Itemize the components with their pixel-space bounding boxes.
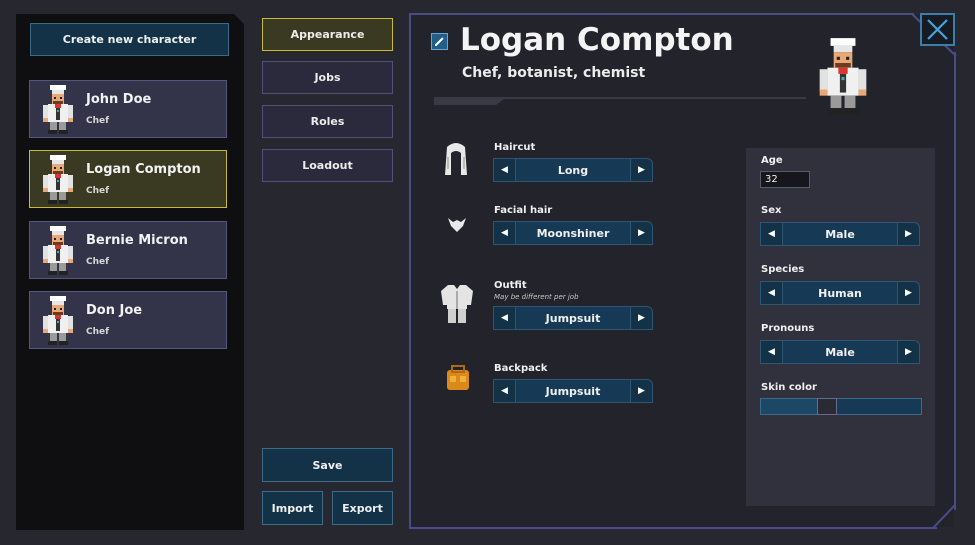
character-name-title: Logan Compton <box>460 22 734 58</box>
facial-hair-selector: ◀ Moonshiner ▶ <box>493 221 653 245</box>
character-card-logan-compton[interactable]: Logan Compton Chef <box>29 150 227 208</box>
species-value: Human <box>783 281 897 305</box>
pencil-icon <box>435 37 444 46</box>
character-job: Chef <box>86 257 110 267</box>
facial-hair-next-button[interactable]: ▶ <box>630 221 653 245</box>
character-job: Chef <box>86 116 110 126</box>
backpack-label: Backpack <box>494 363 548 374</box>
character-card-don-joe[interactable]: Don Joe Chef <box>29 291 227 349</box>
export-button[interactable]: Export <box>332 491 393 525</box>
facial-hair-value: Moonshiner <box>516 221 630 245</box>
backpack-prev-button[interactable]: ◀ <box>493 379 516 403</box>
tab-loadout[interactable]: Loadout <box>262 149 393 182</box>
pronouns-value: Male <box>783 340 897 364</box>
frame-bottom-line <box>409 527 937 529</box>
skin-color-slider[interactable] <box>760 398 922 415</box>
pronouns-next-button[interactable]: ▶ <box>897 340 920 364</box>
character-name: Logan Compton <box>86 162 201 177</box>
character-card-john-doe[interactable]: John Doe Chef <box>29 80 227 138</box>
skin-color-thumb[interactable] <box>817 398 837 415</box>
chef-sprite-icon <box>43 155 73 204</box>
species-selector: ◀ Human ▶ <box>760 281 920 305</box>
frame-right-line <box>954 52 956 510</box>
create-character-button[interactable]: Create new character <box>30 23 229 56</box>
character-preview-sprite <box>819 38 867 115</box>
sex-next-button[interactable]: ▶ <box>897 222 920 246</box>
pronouns-selector: ◀ Male ▶ <box>760 340 920 364</box>
tab-jobs[interactable]: Jobs <box>262 61 393 94</box>
pronouns-label: Pronouns <box>761 323 815 334</box>
tab-roles[interactable]: Roles <box>262 105 393 138</box>
close-button[interactable] <box>920 13 955 46</box>
outfit-label: Outfit <box>494 280 527 291</box>
tab-appearance[interactable]: Appearance <box>262 18 393 51</box>
import-button[interactable]: Import <box>262 491 323 525</box>
outfit-value: Jumpsuit <box>516 306 630 330</box>
character-name: Don Joe <box>86 303 143 318</box>
pronouns-prev-button[interactable]: ◀ <box>760 340 783 364</box>
save-button[interactable]: Save <box>262 448 393 482</box>
backpack-icon <box>447 365 469 390</box>
facial-hair-label: Facial hair <box>494 205 553 216</box>
haircut-label: Haircut <box>494 142 536 153</box>
sex-prev-button[interactable]: ◀ <box>760 222 783 246</box>
outfit-note: May be different per job <box>494 293 579 301</box>
backpack-next-button[interactable]: ▶ <box>630 379 653 403</box>
character-name: John Doe <box>86 92 152 107</box>
character-job: Chef <box>86 327 110 337</box>
sex-value: Male <box>783 222 897 246</box>
haircut-value: Long <box>516 158 630 182</box>
species-prev-button[interactable]: ◀ <box>760 281 783 305</box>
skin-color-fill <box>761 399 817 414</box>
outfit-next-button[interactable]: ▶ <box>630 306 653 330</box>
character-jobs-subtitle: Chef, botanist, chemist <box>462 65 646 81</box>
backpack-selector: ◀ Jumpsuit ▶ <box>493 379 653 403</box>
species-next-button[interactable]: ▶ <box>897 281 920 305</box>
character-job: Chef <box>86 186 110 196</box>
sex-label: Sex <box>761 205 782 216</box>
chef-sprite-icon <box>43 226 73 275</box>
outfit-icon <box>441 285 473 323</box>
haircut-next-button[interactable]: ▶ <box>630 158 653 182</box>
frame-top-line <box>409 13 914 15</box>
character-name: Bernie Micron <box>86 233 188 248</box>
chef-sprite-icon <box>43 85 73 134</box>
beard-icon <box>448 218 466 232</box>
backpack-value: Jumpsuit <box>516 379 630 403</box>
skin-color-label: Skin color <box>761 382 817 393</box>
age-label: Age <box>761 155 783 166</box>
chef-sprite-icon <box>43 296 73 345</box>
haircut-selector: ◀ Long ▶ <box>493 158 653 182</box>
edit-name-button[interactable] <box>431 33 448 50</box>
frame-corner-bottom <box>932 505 956 529</box>
frame-left-line <box>409 13 411 529</box>
haircut-prev-button[interactable]: ◀ <box>493 158 516 182</box>
age-input[interactable] <box>760 171 810 188</box>
close-icon <box>927 19 948 40</box>
facial-hair-prev-button[interactable]: ◀ <box>493 221 516 245</box>
character-card-bernie-micron[interactable]: Bernie Micron Chef <box>29 221 227 279</box>
hair-icon <box>445 143 467 175</box>
outfit-selector: ◀ Jumpsuit ▶ <box>493 306 653 330</box>
species-label: Species <box>761 264 805 275</box>
outfit-prev-button[interactable]: ◀ <box>493 306 516 330</box>
sex-selector: ◀ Male ▶ <box>760 222 920 246</box>
header-divider <box>434 97 806 105</box>
